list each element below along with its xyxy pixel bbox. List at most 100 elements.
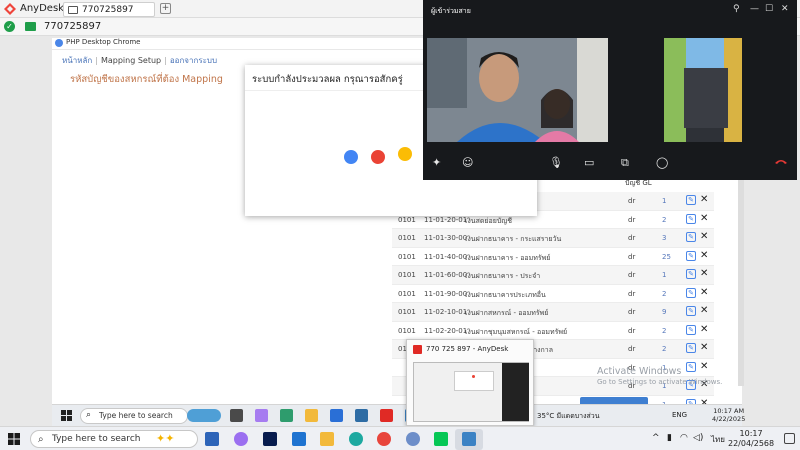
anydesk-window: AnyDesk 770725897 + ✓ 770725897 PHP Desk… [0, 0, 800, 450]
edit-icon[interactable]: ✎ [686, 195, 696, 205]
cell-code: 0101 [398, 271, 416, 279]
cell-count: 1 [662, 271, 667, 279]
cell-count: 2 [662, 326, 667, 335]
store-icon[interactable] [205, 432, 219, 446]
language-indicator[interactable]: ไทย [711, 433, 725, 446]
anydesk-session-tab[interactable]: 770725897 [63, 2, 155, 17]
outlook-icon[interactable] [330, 409, 343, 422]
cell-side: dr [628, 215, 636, 224]
cell-code: 0101 [398, 252, 416, 261]
cell-account: 11-01-90-00 [424, 289, 468, 298]
share-screen-icon[interactable]: ⧉ [621, 156, 629, 170]
delete-icon[interactable]: ✕ [700, 324, 708, 335]
pin-icon[interactable]: ⚲ [733, 4, 740, 14]
cell-account-name: เงินฝากสหกรณ์ - ออมทรัพย์ [465, 309, 549, 317]
edit-icon[interactable]: ✎ [686, 269, 696, 279]
microphone-tray-icon[interactable]: ▮ [667, 433, 672, 443]
copilot-icon[interactable] [234, 432, 248, 446]
remote-weather[interactable]: 35°C มีแดดบางส่วน [537, 411, 600, 422]
close-icon[interactable]: ✕ [781, 4, 789, 14]
emoji-icon[interactable]: ☺ [462, 156, 473, 169]
taskbar-search-box[interactable]: ⌕ Type here to search ✦✦ [30, 430, 198, 448]
store-icon[interactable] [355, 409, 368, 422]
delete-icon[interactable]: ✕ [700, 231, 708, 242]
cell-account: 11-01-40-00 [424, 252, 468, 261]
maximize-icon[interactable]: ☐ [765, 4, 773, 14]
outlook-icon[interactable] [292, 432, 306, 446]
cell-code: 0101 [398, 289, 416, 298]
cell-count: 9 [662, 308, 667, 316]
anydesk-taskbar-icon[interactable] [380, 409, 393, 422]
anydesk-thumbnail-preview[interactable]: 770 725 897 - AnyDesk [406, 339, 534, 426]
breadcrumb-home-link[interactable]: หน้าหลัก [62, 56, 92, 65]
windows-start-icon[interactable] [8, 433, 20, 445]
delete-icon[interactable]: ✕ [700, 287, 708, 298]
effects-icon[interactable]: ✦ [432, 156, 441, 169]
edge-icon[interactable] [280, 409, 293, 422]
new-tab-button[interactable]: + [160, 3, 171, 14]
microphone-icon[interactable]: 🎙 [549, 156, 563, 169]
edge-icon[interactable] [349, 432, 363, 446]
photoshop-icon[interactable] [263, 432, 277, 446]
remote-windows-start-icon[interactable] [61, 410, 72, 421]
edit-icon[interactable]: ✎ [686, 306, 696, 316]
edit-icon[interactable]: ✎ [686, 287, 696, 298]
cell-count: 25 [662, 252, 671, 261]
widgets-icon[interactable] [187, 409, 221, 422]
remote-clock[interactable]: 10:17 AM 4/22/2025 [712, 407, 745, 423]
camera-icon[interactable]: ▭ [584, 156, 594, 169]
edit-icon[interactable]: ✎ [686, 232, 696, 242]
notification-icon[interactable] [784, 433, 795, 444]
browser-app-icon[interactable] [406, 432, 420, 446]
edit-icon[interactable]: ✎ [686, 250, 696, 261]
delete-icon[interactable]: ✕ [700, 305, 708, 316]
edit-icon[interactable]: ✎ [686, 213, 696, 224]
system-clock[interactable]: 10:17 22/04/2568 [728, 429, 774, 449]
cell-account-name: เงินฝากชุมนุมสหกรณ์ - ออมทรัพย์ [465, 327, 568, 336]
thumbnail-screen [413, 362, 529, 422]
cell-account: 11-02-10-01 [424, 308, 468, 316]
delete-icon[interactable]: ✕ [700, 342, 708, 353]
file-explorer-icon[interactable] [320, 432, 334, 446]
wifi-icon[interactable]: ◠ [680, 433, 688, 443]
cell-side: dr [628, 234, 636, 242]
delete-icon[interactable]: ✕ [700, 250, 708, 261]
volume-icon[interactable]: ◁) [693, 433, 703, 443]
chrome-icon[interactable] [377, 432, 391, 446]
session-tab-label: 770725897 [82, 5, 134, 15]
search-icon: ⌕ [86, 410, 92, 420]
chevron-up-icon[interactable]: ^ [652, 433, 660, 443]
remote-search-box[interactable]: ⌕ Type here to search [80, 408, 188, 424]
delete-icon[interactable]: ✕ [700, 213, 708, 224]
anydesk-icon [413, 345, 422, 354]
copilot-icon[interactable] [255, 409, 268, 422]
remote-monitor-icon[interactable] [25, 22, 36, 31]
delete-icon[interactable]: ✕ [700, 194, 708, 205]
file-explorer-icon[interactable] [305, 409, 318, 422]
copilot-sparkle-icon: ✦✦ [156, 432, 175, 445]
breadcrumb-separator: | [164, 56, 167, 65]
chat-icon[interactable]: ◯ [656, 156, 668, 169]
connected-check-icon: ✓ [4, 21, 15, 32]
delete-icon[interactable]: ✕ [700, 268, 708, 279]
anydesk-active-icon[interactable] [462, 432, 476, 446]
edit-icon[interactable]: ✎ [686, 324, 696, 335]
cell-side: dr [628, 289, 636, 298]
loading-dot-red [371, 150, 385, 164]
hangup-icon[interactable] [774, 158, 788, 165]
remote-language[interactable]: ENG [672, 411, 687, 419]
task-view-icon[interactable] [230, 409, 243, 422]
logout-link[interactable]: ออกจากระบบ [170, 56, 217, 65]
cell-code: 0101 [398, 326, 416, 335]
edit-icon[interactable]: ✎ [686, 343, 696, 353]
anydesk-logo-icon [4, 3, 16, 15]
remote-address: 770725897 [44, 21, 102, 32]
video-call-window: ผู้เข้าร่วมสาย ⚲ — ☐ ✕ ✦ ☺ 🎙 ▭ ⧉ ◯ [423, 0, 797, 180]
minimize-icon[interactable]: — [750, 4, 759, 14]
participant-video-image [427, 38, 608, 142]
cell-side: dr [628, 345, 636, 353]
line-icon[interactable] [434, 432, 448, 446]
page-scrollbar[interactable] [738, 176, 744, 386]
cell-side: dr [628, 197, 636, 205]
cell-account-name: เงินฝากธนาคาร - กระแสรายวัน [465, 235, 562, 243]
